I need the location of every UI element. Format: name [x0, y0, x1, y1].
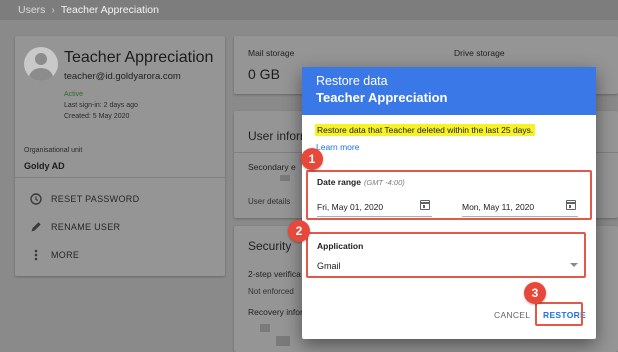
user-details-link[interactable]: User details — [248, 197, 290, 206]
application-highlight — [306, 232, 586, 278]
reset-password-button[interactable]: RESET PASSWORD — [29, 192, 139, 206]
recovery-info-label: Recovery infor — [248, 307, 303, 317]
mail-storage-label: Mail storage — [248, 48, 295, 58]
user-card: Teacher Appreciation teacher@id.goldyaro… — [15, 36, 225, 276]
two-step-status: Not enforced — [248, 287, 294, 296]
rename-user-button[interactable]: RENAME USER — [29, 220, 120, 234]
dialog-title: Restore data — [316, 74, 388, 88]
rename-user-label: RENAME USER — [51, 222, 121, 232]
security-title: Security — [248, 239, 292, 253]
drive-storage-label: Drive storage — [454, 48, 505, 58]
top-bar: Users › Teacher Appreciation — [0, 0, 618, 20]
callout-badge-1: 1 — [301, 148, 323, 170]
key-icon — [29, 192, 43, 206]
divider — [15, 177, 225, 178]
redacted-block — [280, 175, 290, 181]
created-date: Created: 5 May 2020 — [64, 113, 130, 120]
breadcrumb: Users › Teacher Appreciation — [18, 4, 159, 16]
breadcrumb-current: Teacher Appreciation — [60, 4, 159, 16]
user-info-title: User inform — [248, 129, 311, 143]
dialog-header: Restore data Teacher Appreciation — [302, 67, 596, 115]
reset-password-label: RESET PASSWORD — [51, 194, 140, 204]
secondary-email-label: Secondary e — [248, 162, 296, 172]
redacted-block — [260, 324, 270, 332]
mail-storage-value: 0 GB — [248, 66, 280, 82]
breadcrumb-users-link[interactable]: Users — [18, 4, 45, 16]
redacted-block — [276, 336, 290, 346]
avatar — [24, 47, 58, 81]
more-label: MORE — [51, 250, 80, 260]
user-name: Teacher Appreciation — [64, 49, 214, 66]
restore-highlight — [535, 302, 583, 326]
cancel-button[interactable]: CANCEL — [494, 310, 530, 320]
pencil-icon — [29, 220, 43, 234]
more-button[interactable]: MORE — [29, 248, 79, 262]
more-vert-icon — [29, 248, 43, 262]
status-badge: Active — [64, 91, 84, 98]
date-range-highlight — [306, 170, 592, 220]
chevron-right-icon: › — [51, 4, 55, 16]
org-unit-label: Organisational unit — [24, 147, 83, 154]
callout-badge-2: 2 — [288, 220, 310, 242]
user-email: teacher@id.goldyarora.com — [64, 71, 181, 82]
two-step-label: 2-step verifica — [248, 269, 301, 279]
org-unit-value: Goldy AD — [24, 161, 65, 171]
restore-notice: Restore data that Teacher deleted within… — [315, 124, 536, 136]
learn-more-link[interactable]: Learn more — [316, 142, 359, 152]
dialog-subtitle: Teacher Appreciation — [316, 90, 448, 105]
callout-badge-3: 3 — [524, 282, 546, 304]
last-signin: Last sign-in: 2 days ago — [64, 102, 138, 109]
